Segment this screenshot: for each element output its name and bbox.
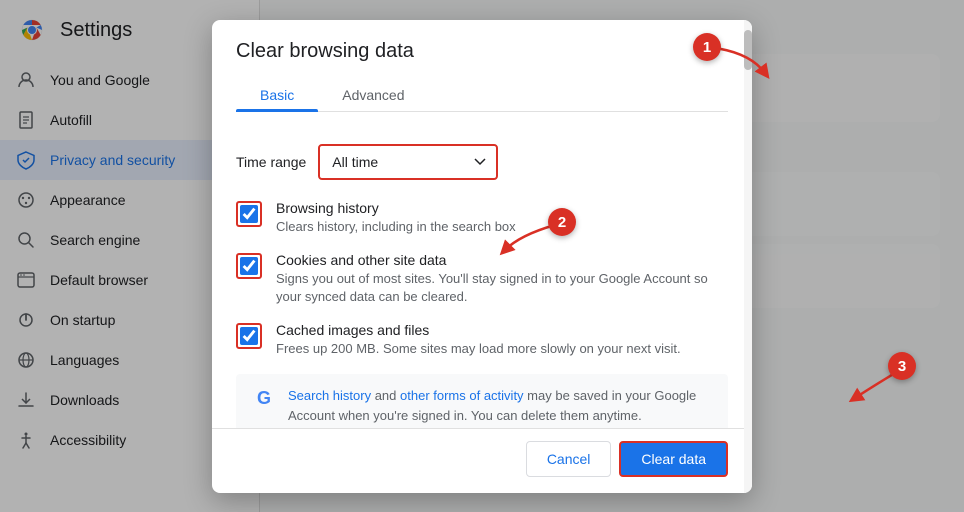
checkbox-cookies-wrapper (236, 253, 262, 279)
time-range-label: Time range (236, 154, 306, 170)
clear-browsing-dialog: Clear browsing data Basic Advanced Time … (212, 20, 752, 493)
clear-data-button[interactable]: Clear data (619, 441, 728, 477)
checkbox-browsing-history: Browsing history Clears history, includi… (236, 200, 728, 236)
checkbox-cached-input[interactable] (240, 327, 258, 345)
dialog-overlay: Clear browsing data Basic Advanced Time … (0, 0, 964, 512)
checkbox-browsing-history-title: Browsing history (276, 200, 516, 216)
google-g-icon: G (252, 386, 276, 410)
dialog-body: Time range All time Last hour Last 24 ho… (212, 128, 752, 428)
checkbox-cookies-text: Cookies and other site data Signs you ou… (276, 252, 728, 306)
checkbox-cached-desc: Frees up 200 MB. Some sites may load mor… (276, 340, 681, 358)
time-range-row: Time range All time Last hour Last 24 ho… (236, 144, 728, 180)
dialog-title: Clear browsing data (236, 40, 728, 63)
checkbox-browsing-history-wrapper (236, 201, 262, 227)
dialog-header: Clear browsing data Basic Advanced (212, 20, 752, 128)
tab-basic[interactable]: Basic (236, 79, 318, 111)
checkbox-browsing-history-text: Browsing history Clears history, includi… (276, 200, 516, 236)
checkbox-browsing-history-input[interactable] (240, 205, 258, 223)
badge-2: 2 (548, 208, 576, 236)
google-notice-text: Search history and other forms of activi… (288, 386, 712, 425)
time-range-select[interactable]: All time Last hour Last 24 hours Last 7 … (318, 144, 498, 180)
notice-and-text: and (371, 388, 400, 403)
cancel-button[interactable]: Cancel (526, 441, 612, 477)
other-activity-link[interactable]: other forms of activity (400, 388, 524, 403)
dialog-scrollbar-thumb (744, 30, 752, 70)
checkbox-cookies: Cookies and other site data Signs you ou… (236, 252, 728, 306)
checkbox-cached: Cached images and files Frees up 200 MB.… (236, 322, 728, 358)
badge-3: 3 (888, 352, 916, 380)
checkbox-cached-wrapper (236, 323, 262, 349)
checkbox-browsing-history-desc: Clears history, including in the search … (276, 218, 516, 236)
dialog-tabs: Basic Advanced (236, 79, 728, 112)
google-notice: G Search history and other forms of acti… (236, 374, 728, 427)
checkbox-cookies-title: Cookies and other site data (276, 252, 728, 268)
search-history-link[interactable]: Search history (288, 388, 371, 403)
tab-advanced[interactable]: Advanced (318, 79, 428, 111)
checkbox-cookies-input[interactable] (240, 257, 258, 275)
badge-1: 1 (693, 33, 721, 61)
checkbox-cached-text: Cached images and files Frees up 200 MB.… (276, 322, 681, 358)
dialog-footer: Cancel Clear data (212, 428, 752, 493)
checkbox-cached-title: Cached images and files (276, 322, 681, 338)
checkbox-cookies-desc: Signs you out of most sites. You'll stay… (276, 270, 728, 306)
dialog-scrollbar[interactable] (744, 20, 752, 493)
